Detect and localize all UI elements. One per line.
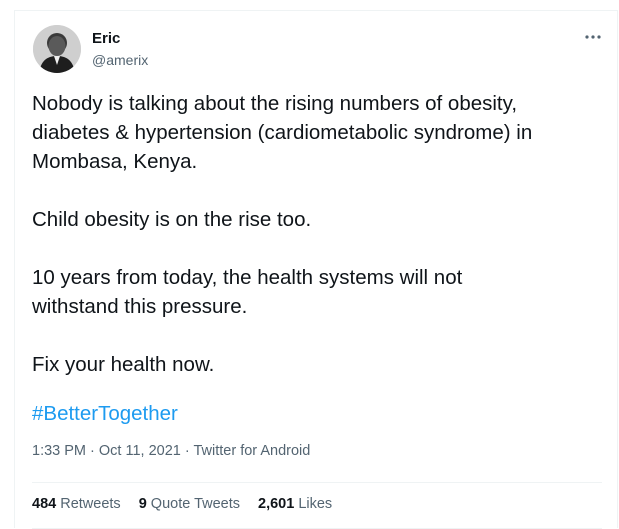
likes-stat[interactable]: 2,601 Likes bbox=[258, 495, 332, 513]
tweet-text: Nobody is talking about the rising numbe… bbox=[32, 89, 607, 379]
author-name[interactable]: Eric bbox=[92, 30, 120, 48]
tweet-paragraph: Fix your health now. bbox=[32, 353, 215, 376]
tweet-metadata: 1:33 PM · Oct 11, 2021 · Twitter for And… bbox=[32, 442, 310, 460]
retweets-stat[interactable]: 484 Retweets bbox=[32, 495, 121, 513]
retweets-label: Retweets bbox=[60, 496, 121, 512]
tweet-time[interactable]: 1:33 PM bbox=[32, 443, 86, 459]
tweet-date[interactable]: Oct 11, 2021 bbox=[99, 443, 181, 459]
engagement-stats: 484 Retweets 9 Quote Tweets 2,601 Likes bbox=[32, 495, 332, 513]
tweet-card: Eric @amerix Nobody is talking about the… bbox=[14, 10, 618, 529]
tweet-source[interactable]: Twitter for Android bbox=[193, 443, 310, 459]
quote-tweets-count: 9 bbox=[138, 496, 147, 512]
quote-tweets-stat[interactable]: 9 Quote Tweets bbox=[139, 495, 240, 513]
avatar[interactable] bbox=[33, 25, 81, 73]
tweet-paragraph: Nobody is talking about the rising numbe… bbox=[32, 92, 533, 173]
hashtag-link[interactable]: #BetterTogether bbox=[32, 399, 178, 428]
more-options-button[interactable] bbox=[581, 25, 605, 49]
divider bbox=[32, 482, 602, 483]
more-dots-icon bbox=[585, 35, 601, 39]
avatar-photo bbox=[33, 25, 81, 73]
likes-label: Likes bbox=[298, 496, 333, 512]
author-handle[interactable]: @amerix bbox=[92, 51, 148, 69]
quote-tweets-label: Quote Tweets bbox=[150, 496, 240, 512]
retweets-count: 484 bbox=[32, 496, 57, 512]
meta-separator: · bbox=[86, 443, 99, 459]
meta-separator: · bbox=[180, 443, 194, 459]
tweet-paragraph: Child obesity is on the rise too. bbox=[32, 208, 312, 231]
tweet-paragraph: 10 years from today, the health systems … bbox=[32, 266, 463, 318]
likes-count: 2,601 bbox=[258, 496, 295, 512]
